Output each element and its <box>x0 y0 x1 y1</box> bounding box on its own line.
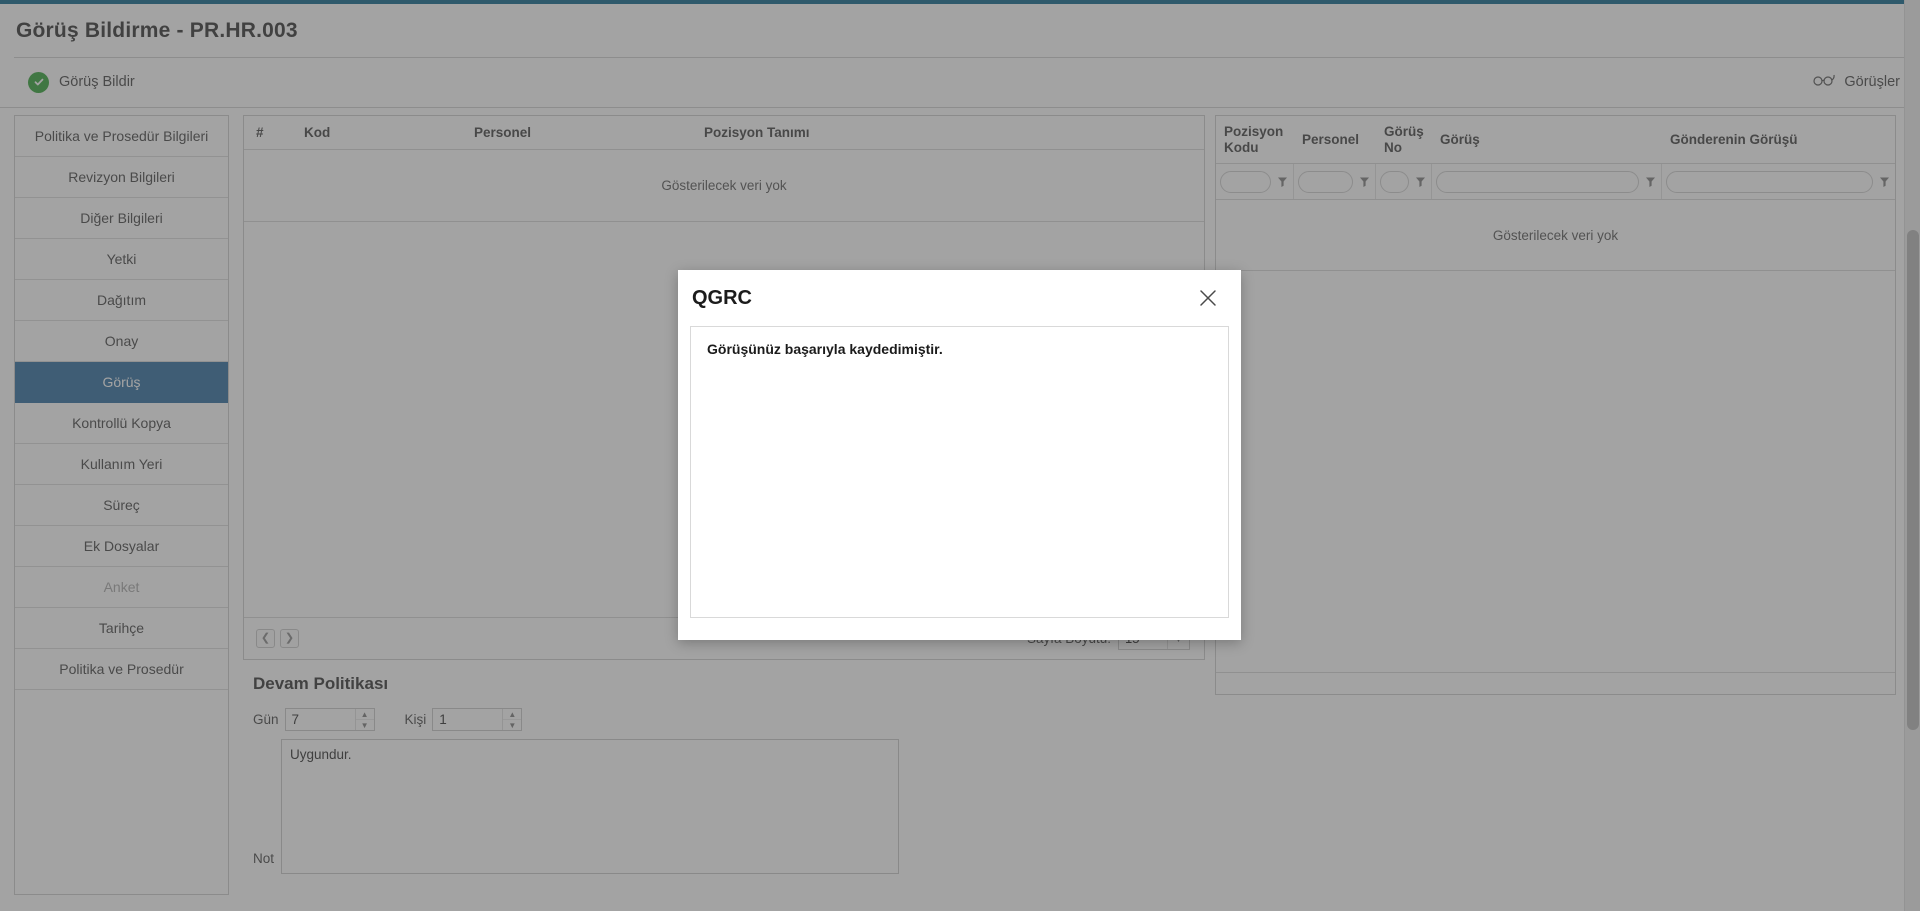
close-icon[interactable] <box>1195 285 1221 311</box>
dialog-message: Görüşünüz başarıyla kaydedimiştir. <box>707 341 943 357</box>
qgrc-dialog: QGRC Görüşünüz başarıyla kaydedimiştir. <box>678 270 1241 640</box>
dialog-body: Görüşünüz başarıyla kaydedimiştir. <box>690 326 1229 618</box>
dialog-title: QGRC <box>692 286 752 309</box>
dialog-header: QGRC <box>678 270 1241 326</box>
